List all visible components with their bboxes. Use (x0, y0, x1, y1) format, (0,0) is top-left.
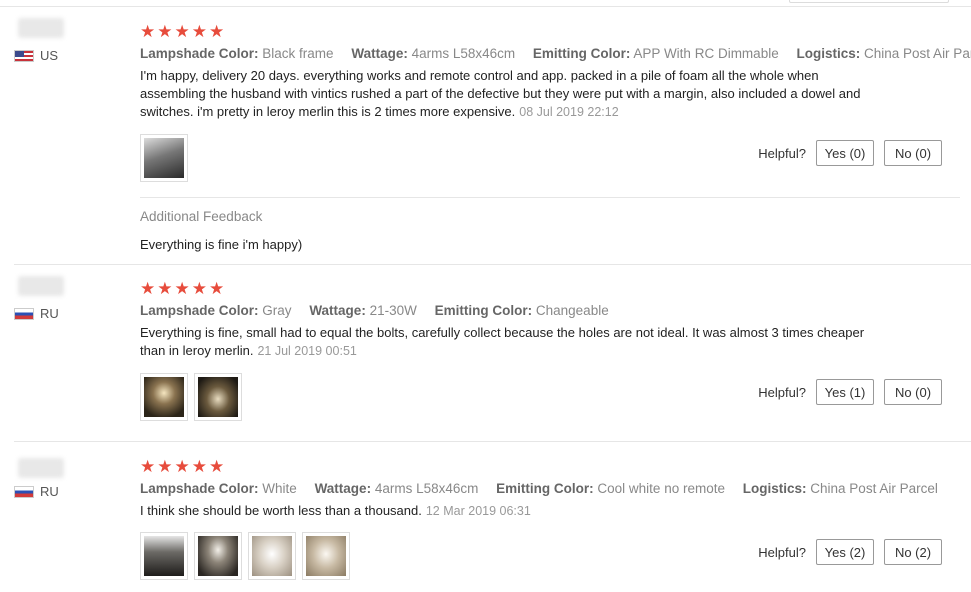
review-photos (140, 532, 350, 580)
attr-value: China Post Air Parcel (810, 481, 938, 496)
star-rating: ★★★★★ (140, 22, 227, 41)
country-code: RU (40, 306, 59, 321)
review-photo-thumbnail[interactable] (140, 373, 188, 421)
review-divider (14, 441, 971, 442)
sku-attributes: Lampshade Color: Gray Wattage: 21-30W Em… (140, 303, 960, 318)
star-rating: ★★★★★ (140, 457, 227, 476)
review-photo-thumbnail[interactable] (302, 532, 350, 580)
review-text: I'm happy, delivery 20 days. everything … (140, 67, 870, 121)
review-body: Everything is fine, small had to equal t… (140, 325, 865, 358)
country-code: RU (40, 484, 59, 499)
review-body: I'm happy, delivery 20 days. everything … (140, 68, 861, 119)
reviewer-info: RU (14, 458, 124, 499)
attr-key: Logistics: (742, 481, 807, 496)
review-text: Everything is fine, small had to equal t… (140, 324, 870, 360)
attr-value: 4arms L58x46cm (411, 46, 516, 61)
helpful-controls: Helpful? Yes (2) No (2) (758, 539, 942, 565)
review-content: ★★★★★ Lampshade Color: Gray Wattage: 21-… (140, 279, 960, 421)
review-photo-thumbnail[interactable] (194, 373, 242, 421)
attr-key: Lampshade Color: (140, 46, 259, 61)
review-content: ★★★★★ Lampshade Color: White Wattage: 4a… (140, 457, 960, 580)
attr-key: Logistics: (796, 46, 861, 61)
review-date: 08 Jul 2019 22:12 (519, 105, 619, 119)
attr-value: Gray (262, 303, 292, 318)
attr-key: Lampshade Color: (140, 303, 259, 318)
helpful-no-button[interactable]: No (0) (884, 379, 942, 405)
attr-key: Wattage: (309, 303, 366, 318)
additional-feedback-text: Everything is fine i'm happy) (140, 237, 303, 252)
reviewer-info: US (14, 18, 124, 63)
attr-key: Wattage: (351, 46, 408, 61)
helpful-label: Helpful? (758, 145, 806, 161)
sku-attributes: Lampshade Color: Black frame Wattage: 4a… (140, 46, 971, 61)
attr-key: Wattage: (314, 481, 372, 496)
review-photo-thumbnail[interactable] (140, 532, 188, 580)
attr-value: 4arms L58x46cm (374, 481, 479, 496)
helpful-yes-button[interactable]: Yes (0) (816, 140, 874, 166)
helpful-label: Helpful? (758, 544, 806, 560)
reviewer-name-blurred (18, 276, 64, 296)
review-body: I think she should be worth less than a … (140, 503, 422, 518)
review-photos (140, 134, 188, 182)
top-input-edge[interactable] (789, 0, 949, 3)
ru-flag-icon (14, 485, 34, 498)
attr-key: Emitting Color: (532, 46, 631, 61)
review-photo-thumbnail[interactable] (248, 532, 296, 580)
attr-key: Lampshade Color: (140, 481, 259, 496)
review-photos (140, 373, 242, 421)
review-date: 21 Jul 2019 00:51 (257, 344, 357, 358)
attr-value: Black frame (262, 46, 334, 61)
attr-value: Changeable (535, 303, 609, 318)
review-photo-thumbnail[interactable] (140, 134, 188, 182)
helpful-yes-button[interactable]: Yes (1) (816, 379, 874, 405)
country-code: US (40, 48, 59, 63)
review-divider (14, 264, 971, 265)
reviewer-country: RU (14, 306, 59, 321)
helpful-no-button[interactable]: No (0) (884, 140, 942, 166)
reviewer-name-blurred (18, 458, 64, 478)
helpful-controls: Helpful? Yes (1) No (0) (758, 379, 942, 405)
additional-feedback-divider (140, 197, 960, 198)
reviewer-country: RU (14, 484, 59, 499)
attr-value: 21-30W (369, 303, 417, 318)
additional-feedback-title: Additional Feedback (140, 209, 263, 224)
review-text: I think she should be worth less than a … (140, 502, 870, 520)
star-rating: ★★★★★ (140, 279, 227, 298)
reviewer-info: RU (14, 276, 124, 321)
review-photo-thumbnail[interactable] (194, 532, 242, 580)
attr-value: White (262, 481, 297, 496)
sku-attributes: Lampshade Color: White Wattage: 4arms L5… (140, 481, 960, 496)
attr-value: Cool white no remote (597, 481, 725, 496)
helpful-controls: Helpful? Yes (0) No (0) (758, 140, 942, 166)
top-border (0, 6, 971, 7)
attr-value: China Post Air Parcel (864, 46, 971, 61)
reviewer-name-blurred (18, 18, 64, 38)
helpful-no-button[interactable]: No (2) (884, 539, 942, 565)
attr-value: APP With RC Dimmable (633, 46, 779, 61)
ru-flag-icon (14, 307, 34, 320)
helpful-label: Helpful? (758, 384, 806, 400)
us-flag-icon (14, 49, 34, 62)
attr-key: Emitting Color: (496, 481, 594, 496)
review-date: 12 Mar 2019 06:31 (425, 504, 531, 518)
attr-key: Emitting Color: (434, 303, 533, 318)
review-content: ★★★★★ Lampshade Color: Black frame Watta… (140, 22, 971, 252)
helpful-yes-button[interactable]: Yes (2) (816, 539, 874, 565)
reviewer-country: US (14, 48, 58, 63)
